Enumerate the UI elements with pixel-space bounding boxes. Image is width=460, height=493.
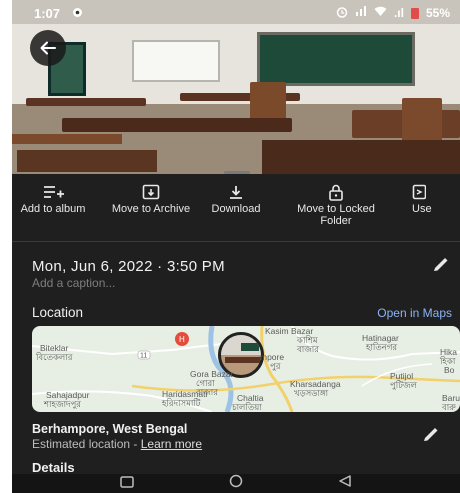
details-heading: Details	[32, 460, 75, 475]
chalkboard	[257, 32, 415, 86]
battery-percent: 55%	[425, 6, 450, 20]
learn-more-link[interactable]: Learn more	[141, 437, 202, 451]
place-name: Berhampore, West Bengal	[32, 422, 188, 436]
photo-preview[interactable]	[12, 0, 460, 174]
download-button[interactable]: Download	[194, 182, 278, 216]
whiteboard	[132, 40, 220, 82]
recents-icon	[119, 475, 134, 488]
location-heading: Location	[32, 305, 84, 320]
photo-details-screen: 1:07 .ıl 55% Add to album Move to Archiv…	[12, 0, 460, 493]
open-in-maps-link[interactable]: Open in Maps	[377, 306, 452, 320]
lock-icon	[329, 184, 343, 201]
playlist-add-icon	[44, 186, 64, 198]
signal-text: .ıl	[393, 6, 404, 20]
status-bar: 1:07 .ıl 55%	[12, 0, 460, 26]
svg-text:11: 11	[140, 353, 147, 360]
archive-icon	[142, 184, 160, 200]
notification-icon	[72, 6, 83, 21]
pencil-icon	[424, 428, 438, 441]
arrow-left-icon	[40, 41, 56, 55]
alarm-icon	[336, 6, 348, 21]
recents-button[interactable]	[119, 475, 134, 493]
download-icon	[230, 186, 242, 199]
divider	[12, 241, 460, 242]
estimated-location-text: Estimated location - Learn more	[32, 437, 203, 451]
back-nav-button[interactable]	[338, 474, 352, 493]
home-button[interactable]	[229, 474, 243, 493]
home-icon	[229, 474, 243, 488]
system-nav-bar	[12, 474, 460, 493]
triangle-back-icon	[339, 475, 352, 487]
status-time: 1:07	[34, 5, 61, 21]
use-as-icon	[412, 184, 426, 200]
action-row: Add to album Move to Archive Download Mo…	[12, 182, 460, 234]
location-map[interactable]: 11 H Kasim Bazar কাশিম বাজার Hatinagar হ…	[32, 326, 460, 412]
move-to-locked-folder-button[interactable]: Move to Locked Folder	[294, 182, 378, 227]
svg-text:H: H	[179, 335, 185, 344]
use-as-button[interactable]: Use	[412, 182, 460, 216]
sheet-drag-handle[interactable]	[224, 171, 250, 174]
edit-date-button[interactable]	[432, 256, 450, 277]
edit-location-button[interactable]	[422, 426, 440, 447]
pencil-icon	[434, 258, 448, 271]
caption-input[interactable]: Add a caption...	[32, 276, 115, 290]
back-button[interactable]	[30, 30, 66, 66]
photo-date: Mon, Jun 6, 2022 · 3:50 PM	[32, 258, 225, 275]
network-icon	[355, 6, 367, 20]
battery-icon	[410, 7, 419, 19]
wifi-icon	[374, 6, 387, 20]
add-to-album-button[interactable]: Add to album	[12, 182, 95, 216]
move-to-archive-button[interactable]: Move to Archive	[109, 182, 193, 216]
